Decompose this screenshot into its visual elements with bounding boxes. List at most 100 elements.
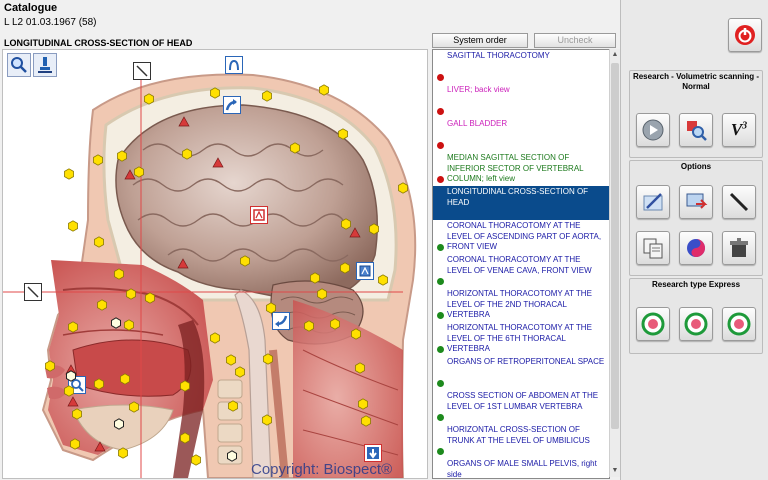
status-dot — [437, 108, 444, 115]
research-type-group: Research type Express — [629, 278, 763, 354]
green-target-icon — [727, 312, 751, 336]
list-item[interactable]: ORGANS OF MALE SMALL PELVIS, right side — [433, 458, 609, 479]
list-item[interactable]: HORIZONTAL THORACOTOMY AT THE LEVEL OF T… — [433, 322, 609, 356]
patient-info: L L2 01.03.1967 (58) — [4, 17, 97, 28]
arch-nav-button[interactable] — [225, 56, 243, 74]
zoom-icon — [71, 379, 84, 392]
v3-icon: V3 — [730, 120, 748, 139]
express-type-1-button[interactable] — [636, 307, 670, 341]
copy-button[interactable] — [636, 231, 670, 265]
microscope-tool[interactable] — [33, 53, 57, 77]
turn-nav-button[interactable] — [223, 96, 241, 114]
diagonal-slice-icon — [136, 65, 148, 77]
status-dot — [437, 346, 444, 353]
list-item[interactable]: ORGANS OF RETROPERITONEAL SPACE — [433, 356, 609, 390]
scroll-up-icon[interactable]: ▲ — [610, 49, 620, 61]
list-item-selected[interactable]: LONGITUDINAL CROSS-SECTION OF HEAD — [433, 186, 609, 220]
probe-icon — [729, 192, 749, 212]
slice-marker-left[interactable] — [24, 283, 42, 301]
status-dot — [437, 380, 444, 387]
organ-marker-cerebellum[interactable] — [356, 262, 374, 280]
scan-magnifier-icon — [687, 121, 707, 141]
status-dot — [437, 478, 444, 479]
probe-button[interactable] — [722, 185, 756, 219]
export-button[interactable] — [679, 185, 713, 219]
window-arrow-icon — [686, 193, 708, 209]
list-item-label: HORIZONTAL THORACOTOMY AT THE LEVEL OF T… — [447, 323, 592, 353]
zoom-marker-mouth[interactable] — [68, 376, 86, 394]
options-title: Options — [680, 162, 712, 171]
next-slice-button[interactable] — [364, 444, 382, 462]
list-item[interactable]: HORIZONTAL CROSS-SECTION OF TRUNK AT THE… — [433, 424, 609, 458]
organ-red-icon — [253, 209, 265, 221]
container-button[interactable] — [722, 231, 756, 265]
microscope-icon — [38, 57, 52, 73]
list-item-label: MEDIAN SAGITTAL SECTION OF INFERIOR SECT… — [447, 153, 584, 183]
v3-button[interactable]: V3 — [722, 113, 756, 147]
list-item-label: SAGITTAL THORACOTOMY — [447, 51, 550, 60]
list-scrollbar[interactable]: ▲ ▼ — [609, 49, 620, 477]
catalogue-list[interactable]: SAGITTAL THORACOTOMY LIVER; back view GALL… — [432, 49, 610, 479]
list-item[interactable]: LIVER; back view — [433, 84, 609, 118]
status-dot — [437, 448, 444, 455]
research-group: Research - Volumetric scanning - Normal … — [629, 70, 763, 158]
control-panel: Research - Volumetric scanning - Normal … — [620, 0, 768, 480]
curved-down-arrow-icon — [275, 315, 288, 327]
list-item-label: HORIZONTAL THORACOTOMY AT THE LEVEL OF T… — [447, 289, 592, 319]
organ-marker-brain[interactable] — [250, 206, 268, 224]
green-target-icon — [684, 312, 708, 336]
list-item-label: CROSS SECTION OF ABDOMEN AT THE LEVEL OF… — [447, 391, 599, 411]
magnifier-tool[interactable] — [7, 53, 31, 77]
status-dot — [437, 312, 444, 319]
status-dot — [437, 142, 444, 149]
status-dot — [437, 74, 444, 81]
research-type-title: Research type Express — [651, 280, 741, 289]
list-item-label: CORONAL THORACOTOMY AT THE LEVEL OF ASCE… — [447, 221, 602, 251]
arch-arrow-icon — [229, 59, 239, 71]
copy-documents-icon — [643, 238, 663, 259]
uncheck-button[interactable]: Uncheck — [534, 33, 616, 48]
express-type-2-button[interactable] — [679, 307, 713, 341]
status-dot — [437, 244, 444, 251]
slice-marker-top[interactable] — [133, 62, 151, 80]
pen-icon — [643, 193, 663, 211]
options-group: Options — [629, 160, 763, 276]
list-item-label: LIVER; back view — [447, 85, 510, 94]
list-item-label: LONGITUDINAL CROSS-SECTION OF HEAD — [447, 187, 589, 207]
yin-yang-icon — [687, 239, 705, 257]
organ-blue-icon — [359, 265, 371, 277]
curved-arrow-icon — [225, 99, 237, 111]
down-arrow-icon — [367, 447, 379, 459]
magnify-scan-button[interactable] — [679, 113, 713, 147]
power-icon — [735, 25, 755, 45]
list-item[interactable]: HORIZONTAL THORACOTOMY AT THE LEVEL OF T… — [433, 288, 609, 322]
copyright-text: Copyright: Biospect® — [251, 461, 392, 478]
play-icon — [642, 119, 664, 141]
diagonal-slice-icon — [27, 286, 39, 298]
view-title: LONGITUDINAL CROSS-SECTION OF HEAD — [4, 38, 193, 48]
scrollbar-thumb[interactable] — [611, 63, 619, 429]
window-title: Catalogue — [4, 2, 58, 14]
green-target-icon — [641, 312, 665, 336]
list-item[interactable]: CORONAL THORACOTOMY AT THE LEVEL OF VENA… — [433, 254, 609, 288]
play-button[interactable] — [636, 113, 670, 147]
brush-tool-button[interactable] — [636, 185, 670, 219]
list-item[interactable]: MEDIAN SAGITTAL SECTION OF INFERIOR SECT… — [433, 152, 609, 186]
scroll-down-icon[interactable]: ▼ — [610, 465, 620, 477]
status-dot — [437, 278, 444, 285]
express-type-3-button[interactable] — [722, 307, 756, 341]
research-title: Research - Volumetric scanning - Normal — [632, 72, 760, 91]
system-order-button[interactable]: System order — [432, 33, 528, 48]
list-item-label: HORIZONTAL CROSS-SECTION OF TRUNK AT THE… — [447, 425, 590, 445]
meridian-button[interactable] — [679, 231, 713, 265]
list-item[interactable]: GALL BLADDER — [433, 118, 609, 152]
down-nav-button[interactable] — [272, 312, 290, 330]
anatomy-image-panel[interactable]: Copyright: Biospect® — [2, 49, 428, 479]
list-item-label: ORGANS OF RETROPERITONEAL SPACE — [447, 357, 605, 366]
list-item-label: CORONAL THORACOTOMY AT THE LEVEL OF VENA… — [447, 255, 592, 275]
list-item[interactable]: SAGITTAL THORACOTOMY — [433, 50, 609, 84]
power-button[interactable] — [728, 18, 762, 52]
list-item[interactable]: CORONAL THORACOTOMY AT THE LEVEL OF ASCE… — [433, 220, 609, 254]
list-item[interactable]: CROSS SECTION OF ABDOMEN AT THE LEVEL OF… — [433, 390, 609, 424]
list-item-label: ORGANS OF MALE SMALL PELVIS, right side — [447, 459, 597, 479]
